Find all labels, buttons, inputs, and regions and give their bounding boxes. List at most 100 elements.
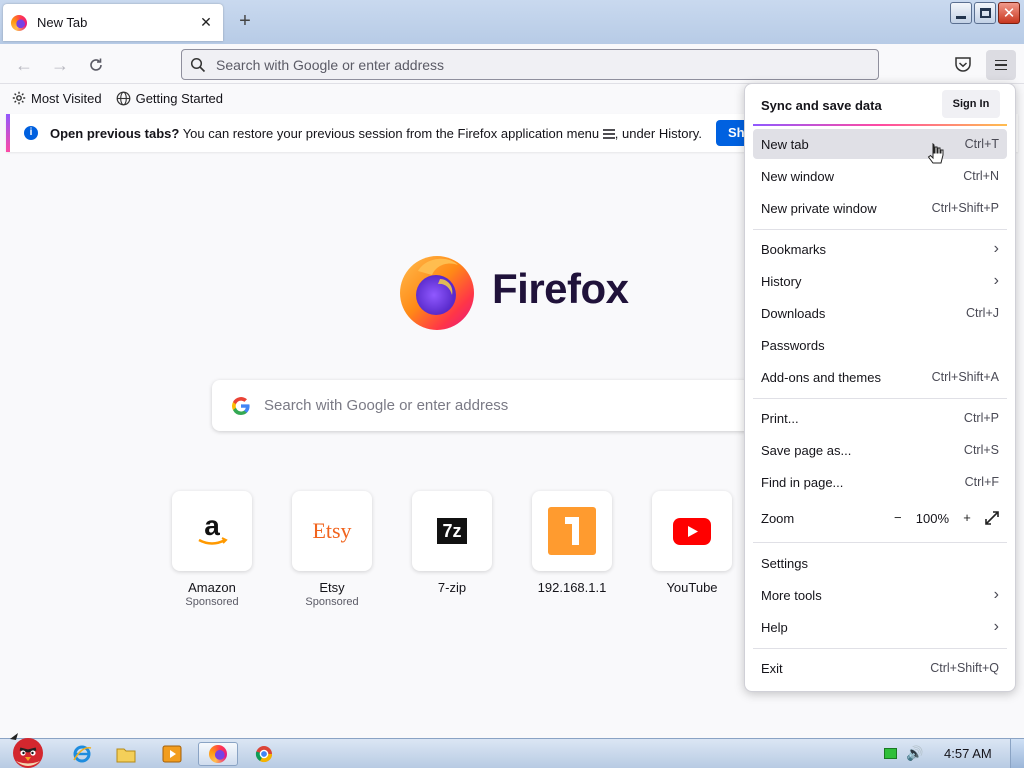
menu-item-print[interactable]: Print... Ctrl+P xyxy=(753,403,1007,433)
tab-title: New Tab xyxy=(37,15,88,30)
address-bar-placeholder: Search with Google or enter address xyxy=(216,56,445,73)
menu-item-find-in-page[interactable]: Find in page... Ctrl+F xyxy=(753,467,1007,497)
zoom-level[interactable]: 100% xyxy=(916,511,949,526)
new-tab-plus-icon[interactable]: + xyxy=(232,8,258,34)
menu-item-label: Help xyxy=(761,619,788,635)
firefox-taskbar-icon[interactable] xyxy=(198,742,238,766)
shortcut-label: Ctrl+P xyxy=(963,411,999,425)
forward-arrow-icon[interactable]: → xyxy=(47,52,73,78)
menu-item-addons-themes[interactable]: Add-ons and themes Ctrl+Shift+A xyxy=(753,362,1007,392)
menu-item-label: Find in page... xyxy=(761,474,844,490)
info-icon: i xyxy=(24,126,38,140)
newtab-search-box[interactable]: Search with Google or enter address xyxy=(212,380,812,431)
menu-item-zoom: Zoom − 100% + xyxy=(753,503,1007,533)
search-icon xyxy=(190,57,206,72)
globe-icon xyxy=(116,91,130,105)
7zip-logo-text: 7z xyxy=(437,518,467,544)
shortcut-label: Ctrl+Shift+A xyxy=(931,370,999,384)
shortcut-label: Ctrl+Shift+Q xyxy=(930,661,999,675)
bookmark-getting-started[interactable]: Getting Started xyxy=(116,91,223,106)
google-g-icon xyxy=(232,396,250,415)
maximize-button[interactable] xyxy=(974,2,996,24)
back-arrow-icon[interactable]: ← xyxy=(11,52,37,78)
gear-icon xyxy=(12,91,26,105)
navigation-bar: ← → Search with Google or enter address xyxy=(0,44,1024,84)
chrome-taskbar-icon[interactable] xyxy=(244,742,284,766)
shortcut-label: Ctrl+Shift+P xyxy=(931,201,999,215)
menu-item-bookmarks[interactable]: Bookmarks › xyxy=(753,234,1007,264)
7zip-logo: 7z xyxy=(412,491,492,571)
etsy-logo-text: Etsy xyxy=(312,518,352,543)
menu-item-more-tools[interactable]: More tools › xyxy=(753,580,1007,610)
bookmark-label: Getting Started xyxy=(135,90,224,106)
menu-item-new-private-window[interactable]: New private window Ctrl+Shift+P xyxy=(753,193,1007,223)
media-player-taskbar-icon[interactable] xyxy=(152,742,192,766)
bookmark-label: Most Visited xyxy=(31,90,102,106)
svg-text:a: a xyxy=(204,513,220,541)
hamburger-menu-icon xyxy=(602,128,615,139)
sponsored-label: Sponsored xyxy=(305,596,359,608)
chevron-right-icon: › xyxy=(993,586,999,603)
top-site-7zip[interactable]: 7z 7-zip xyxy=(412,491,492,595)
tab-new-tab[interactable]: New Tab ✕ xyxy=(3,4,223,41)
top-site-amazon[interactable]: a Amazon Sponsored xyxy=(172,491,252,608)
start-button-bird-icon[interactable] xyxy=(4,731,50,768)
close-tab-icon[interactable]: ✕ xyxy=(197,14,215,31)
minimize-button[interactable] xyxy=(950,2,972,24)
notification-body: You can restore your previous session fr… xyxy=(179,125,603,141)
volume-tray-icon[interactable]: 🔊 xyxy=(906,745,923,762)
menu-item-settings[interactable]: Settings xyxy=(753,548,1007,578)
sync-row: Sync and save data Sign In xyxy=(745,84,1015,124)
menu-item-label: Downloads xyxy=(761,305,826,321)
top-site-etsy[interactable]: Etsy Etsy Sponsored xyxy=(292,491,372,608)
close-window-button[interactable]: ✕ xyxy=(998,2,1020,24)
menu-item-save-page[interactable]: Save page as... Ctrl+S xyxy=(753,435,1007,465)
zoom-out-button[interactable]: − xyxy=(890,510,906,526)
menu-item-exit[interactable]: Exit Ctrl+Shift+Q xyxy=(753,653,1007,683)
address-bar[interactable]: Search with Google or enter address xyxy=(181,49,879,80)
menu-item-label: Save page as... xyxy=(761,442,852,458)
zoom-controls: − 100% + xyxy=(890,510,999,526)
pocket-icon[interactable] xyxy=(954,55,972,73)
zoom-in-button[interactable]: + xyxy=(959,510,975,526)
menu-item-downloads[interactable]: Downloads Ctrl+J xyxy=(753,298,1007,328)
notification-tail: , under History. xyxy=(614,125,702,141)
file-explorer-taskbar-icon[interactable] xyxy=(106,742,146,766)
menu-item-label: History xyxy=(761,273,802,289)
clock[interactable]: 4:57 AM xyxy=(944,746,992,761)
shortcut-label: Ctrl+S xyxy=(963,443,999,457)
menu-item-label: Zoom xyxy=(761,510,795,526)
sponsored-label: Sponsored xyxy=(185,596,239,608)
menu-item-new-tab[interactable]: New tab Ctrl+T xyxy=(753,129,1007,159)
app-menu-button[interactable] xyxy=(986,50,1016,80)
reload-icon[interactable] xyxy=(83,52,109,78)
network-tray-icon[interactable] xyxy=(884,748,897,759)
chevron-right-icon: › xyxy=(993,272,999,289)
menu-item-help[interactable]: Help › xyxy=(753,612,1007,642)
internet-explorer-taskbar-icon[interactable] xyxy=(62,742,102,766)
title-bar: New Tab ✕ + ✕ xyxy=(0,0,1024,44)
top-site-router[interactable]: 192.168.1.1 xyxy=(532,491,612,595)
tile-name: YouTube xyxy=(666,580,718,595)
taskbar: 🔊 4:57 AM xyxy=(0,733,1024,768)
notification-text: Open previous tabs? You can restore your… xyxy=(50,126,702,141)
menu-item-label: Exit xyxy=(761,660,783,676)
chevron-right-icon: › xyxy=(993,240,999,257)
menu-item-passwords[interactable]: Passwords xyxy=(753,330,1007,360)
firefox-favicon-icon xyxy=(11,14,27,31)
menu-item-label: Settings xyxy=(761,555,808,571)
fullscreen-icon[interactable] xyxy=(985,511,999,525)
shortcut-label: Ctrl+T xyxy=(964,137,999,151)
amazon-logo-icon: a xyxy=(172,491,252,571)
menu-item-label: New window xyxy=(761,168,834,184)
menu-item-history[interactable]: History › xyxy=(753,266,1007,296)
app-menu-panel: Sync and save data Sign In New tab Ctrl+T… xyxy=(744,83,1016,692)
sign-in-button[interactable]: Sign In xyxy=(942,90,1000,118)
chevron-right-icon: › xyxy=(993,618,999,635)
top-site-youtube[interactable]: YouTube xyxy=(652,491,732,595)
show-desktop-button[interactable] xyxy=(1010,739,1024,768)
menu-item-new-window[interactable]: New window Ctrl+N xyxy=(753,161,1007,191)
firefox-logo-icon xyxy=(400,256,474,330)
bookmark-most-visited[interactable]: Most Visited xyxy=(12,91,102,106)
shortcut-label: Ctrl+F xyxy=(964,475,999,489)
